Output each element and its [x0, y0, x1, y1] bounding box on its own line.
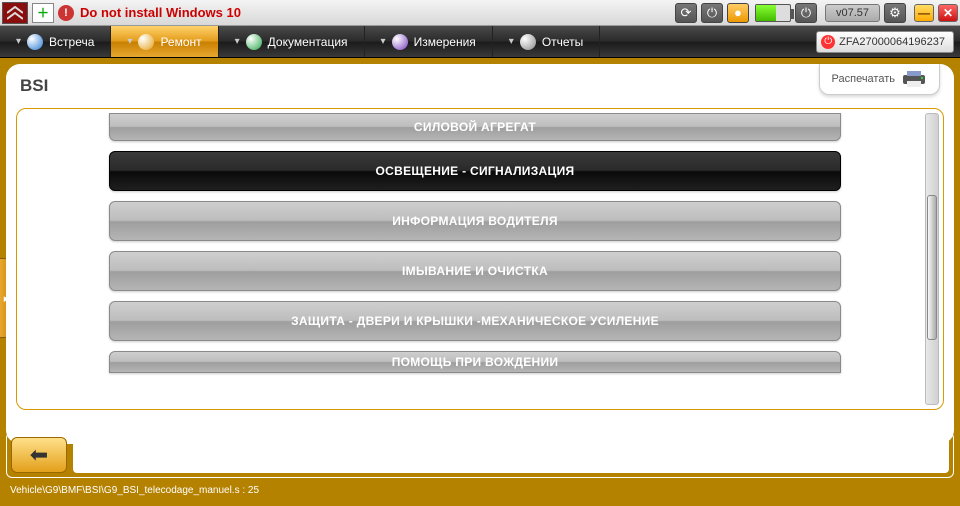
chevron-down-icon: ▾ — [381, 36, 386, 47]
vin-text: ZFA27000064196237 — [839, 36, 945, 48]
page-title: BSI — [20, 76, 48, 96]
tab-icon — [246, 34, 262, 50]
chevron-down-icon: ▾ — [16, 36, 21, 47]
chevron-down-icon: ▾ — [509, 36, 514, 47]
menu-item-5[interactable]: ПОМОЩЬ ПРИ ВОЖДЕНИИ — [109, 351, 841, 373]
vin-badge[interactable]: ⏻ ZFA27000064196237 — [816, 31, 954, 53]
tab-label: Отчеты — [542, 35, 583, 49]
nav-tab-3[interactable]: ▾ Измерения — [365, 26, 493, 57]
main-navbar: ▾ Встреча ▾ Ремонт ▾ Документация ▾ Измерения ▾ О… — [0, 26, 960, 58]
version-label: v07.57 — [825, 4, 880, 22]
menu-item-4[interactable]: ЗАЩИТА - ДВЕРИ И КРЫШКИ -МЕХАНИЧЕСКОЕ УС… — [109, 301, 841, 341]
tab-icon — [520, 34, 536, 50]
titlebar: ＋ ! Do not install Windows 10 ⟳ ⏻ ● ⏻ v0… — [0, 0, 960, 26]
settings-icon[interactable]: ⚙ — [884, 3, 906, 23]
tab-label: Измерения — [414, 35, 476, 49]
menu-item-3[interactable]: IМЫВАНИЕ И ОЧИСТКА — [109, 251, 841, 291]
menu-item-1[interactable]: ОСВЕЩЕНИЕ - СИГНАЛИЗАЦИЯ — [109, 151, 841, 191]
main-area: ▸ BSI Распечатать СИЛОВОЙ АГРЕГАТОСВЕЩЕН… — [0, 58, 960, 506]
nav-tab-0[interactable]: ▾ Встреча — [0, 26, 111, 57]
add-tab-button[interactable]: ＋ — [32, 3, 54, 23]
tab-label: Встреча — [49, 35, 94, 49]
brand-logo — [2, 2, 28, 24]
menu-item-0[interactable]: СИЛОВОЙ АГРЕГАТ — [109, 113, 841, 141]
tab-icon — [138, 34, 154, 50]
scroll-thumb[interactable] — [927, 195, 937, 340]
scrollbar[interactable] — [925, 113, 939, 405]
footer-bar: ⬅ — [6, 432, 954, 478]
sync-icon[interactable]: ⟳ — [675, 3, 697, 23]
secondary-power-icon[interactable]: ⏻ — [795, 3, 817, 23]
orange-indicator-icon[interactable]: ● — [727, 3, 749, 23]
tab-label: Ремонт — [160, 35, 201, 49]
nav-tab-1[interactable]: ▾ Ремонт — [111, 26, 218, 57]
print-button[interactable]: Распечатать — [819, 64, 940, 95]
tab-icon — [392, 34, 408, 50]
minimize-button[interactable]: — — [914, 4, 934, 22]
battery-indicator — [755, 4, 791, 22]
power-dot-icon: ⏻ — [821, 35, 835, 49]
chevron-down-icon: ▾ — [235, 36, 240, 47]
menu-list: СИЛОВОЙ АГРЕГАТ ОСВЕЩЕНИЕ - СИГНАЛИЗАЦИЯ И… — [29, 113, 921, 405]
back-button[interactable]: ⬅ — [11, 437, 67, 473]
print-label: Распечатать — [832, 73, 895, 85]
nav-tab-4[interactable]: ▾ Отчеты — [493, 26, 601, 57]
tab-icon — [27, 34, 43, 50]
status-text: Vehicle\G9\BMF\BSI\G9_BSI_telecodage_man… — [10, 485, 259, 496]
alert-icon: ! — [58, 5, 74, 21]
content-frame: СИЛОВОЙ АГРЕГАТ ОСВЕЩЕНИЕ - СИГНАЛИЗАЦИЯ И… — [16, 108, 944, 410]
menu-item-2[interactable]: ИНФОРМАЦИЯ ВОДИТЕЛЯ — [109, 201, 841, 241]
tab-label: Документация — [268, 35, 348, 49]
power-icon[interactable]: ⏻ — [701, 3, 723, 23]
nav-tab-2[interactable]: ▾ Документация — [219, 26, 365, 57]
footer-field[interactable] — [73, 437, 949, 473]
printer-icon — [901, 70, 927, 88]
window-title: Do not install Windows 10 — [80, 5, 241, 20]
close-button[interactable]: ✕ — [938, 4, 958, 22]
chevron-down-icon: ▾ — [127, 36, 132, 47]
page-panel: BSI Распечатать СИЛОВОЙ АГРЕГАТ ОСВЕЩЕНИЕ… — [6, 64, 954, 444]
